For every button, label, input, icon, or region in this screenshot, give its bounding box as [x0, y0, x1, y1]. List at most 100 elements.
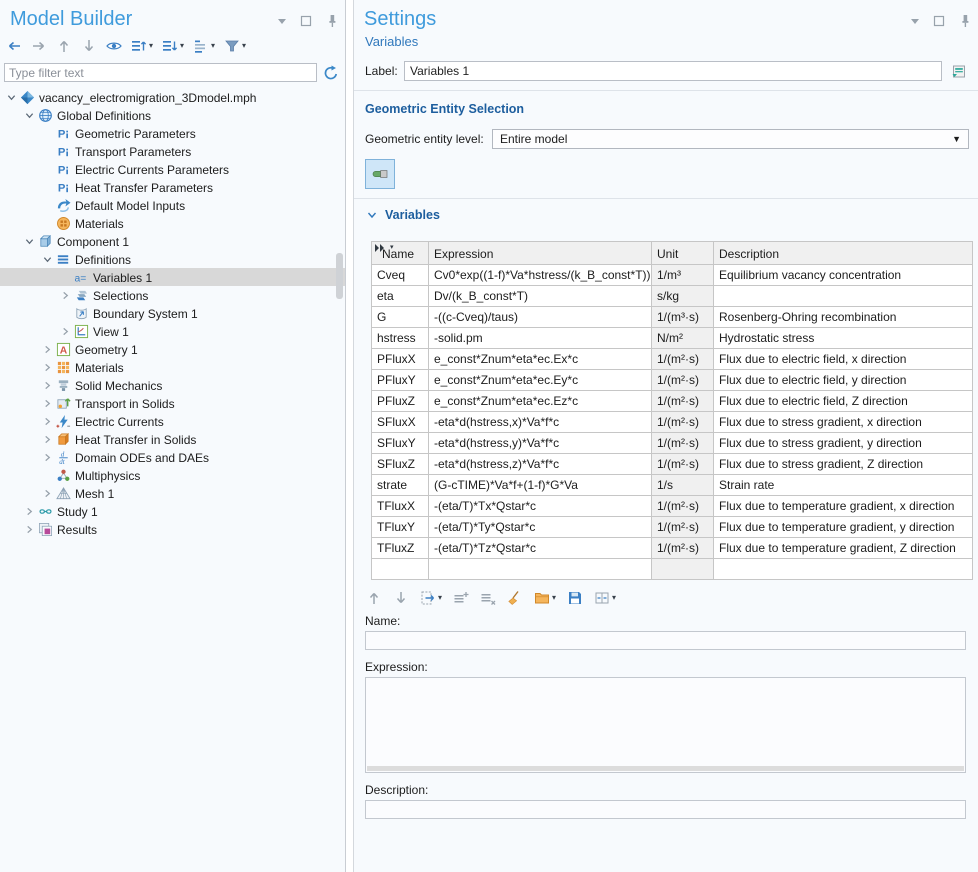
tree-item-vacancy-electromigration-3dmodel-mph[interactable]: vacancy_electromigration_3Dmodel.mph [0, 88, 345, 106]
cell-unit[interactable]: 1/(m²·s) [652, 454, 714, 475]
expand-node-icon[interactable] [23, 525, 36, 534]
expand-node-icon[interactable] [41, 435, 54, 444]
expand-node-icon[interactable] [23, 507, 36, 516]
cell-description[interactable]: Flux due to stress gradient, y direction [714, 433, 973, 454]
cell-description[interactable]: Flux due to temperature gradient, Z dire… [714, 538, 973, 559]
cell-expression[interactable]: e_const*Znum*eta*ec.Ex*c [429, 349, 652, 370]
cell-name[interactable]: TFluxX [372, 496, 429, 517]
expand-node-icon[interactable] [41, 345, 54, 354]
panel-divider[interactable] [346, 0, 353, 872]
add-row-button[interactable] [452, 589, 470, 607]
cell-description[interactable] [714, 286, 973, 307]
cell-expression[interactable]: e_const*Znum*eta*ec.Ey*c [429, 370, 652, 391]
cell-expression[interactable]: -eta*d(hstress,z)*Va*f*c [429, 454, 652, 475]
cell-description[interactable]: Flux due to electric field, x direction [714, 349, 973, 370]
tree-item-electric-currents-parameters[interactable]: PElectric Currents Parameters [0, 160, 345, 178]
collapse-all-button[interactable]: ▾ [161, 37, 185, 55]
move-up-button[interactable] [55, 37, 73, 55]
load-from-file-button[interactable]: ▾ [533, 589, 557, 607]
panel-menu-button[interactable] [274, 13, 290, 29]
cell-name[interactable]: TFluxY [372, 517, 429, 538]
expand-node-icon[interactable] [41, 489, 54, 498]
float-button[interactable] [298, 13, 314, 29]
float-button[interactable] [931, 13, 947, 29]
cell-name[interactable]: Cveq [372, 265, 429, 286]
cell-description[interactable] [714, 559, 973, 580]
cell-unit[interactable]: 1/(m²·s) [652, 349, 714, 370]
back-button[interactable] [5, 37, 23, 55]
tree-item-boundary-system-1[interactable]: Boundary System 1 [0, 304, 345, 322]
collapse-section-icon[interactable] [365, 210, 378, 220]
cell-name[interactable]: PFluxY [372, 370, 429, 391]
pin-button[interactable] [955, 13, 971, 29]
panel-menu-button[interactable] [907, 13, 923, 29]
cell-name[interactable]: PFluxZ [372, 391, 429, 412]
cell-unit[interactable]: 1/(m²·s) [652, 370, 714, 391]
cell-name[interactable]: eta [372, 286, 429, 307]
filter-button[interactable]: ▾ [223, 37, 247, 55]
save-to-file-button[interactable] [566, 589, 584, 607]
collapse-node-icon[interactable] [5, 93, 18, 102]
tree-item-electric-currents[interactable]: Electric Currents [0, 412, 345, 430]
tree-item-selections[interactable]: Selections [0, 286, 345, 304]
cell-description[interactable]: Flux due to temperature gradient, x dire… [714, 496, 973, 517]
clear-table-button[interactable] [506, 589, 524, 607]
tree-item-transport-in-solids[interactable]: Transport in Solids [0, 394, 345, 412]
refresh-button[interactable] [323, 65, 339, 81]
expand-node-icon[interactable] [41, 453, 54, 462]
tree-item-definitions[interactable]: Definitions [0, 250, 345, 268]
forward-button[interactable] [30, 37, 48, 55]
cell-name[interactable] [372, 559, 429, 580]
dropdown-caret-icon[interactable]: ▾ [180, 42, 184, 50]
expand-node-icon[interactable] [41, 381, 54, 390]
tree-item-transport-parameters[interactable]: PTransport Parameters [0, 142, 345, 160]
collapse-node-icon[interactable] [23, 111, 36, 120]
cell-expression[interactable]: -eta*d(hstress,y)*Va*f*c [429, 433, 652, 454]
collapse-node-icon[interactable] [41, 255, 54, 264]
cell-unit[interactable]: 1/(m²·s) [652, 391, 714, 412]
expression-textarea[interactable] [365, 677, 966, 773]
tree-item-heat-transfer-in-solids[interactable]: Heat Transfer in Solids [0, 430, 345, 448]
dropdown-caret-icon[interactable]: ▾ [438, 594, 442, 602]
tree-item-solid-mechanics[interactable]: Solid Mechanics [0, 376, 345, 394]
model-tree-node-text-button[interactable]: ▾ [192, 37, 216, 55]
description-input[interactable] [365, 800, 966, 819]
cell-unit[interactable]: s/kg [652, 286, 714, 307]
cell-unit[interactable]: 1/(m²·s) [652, 412, 714, 433]
rename-button[interactable] [949, 61, 969, 81]
cell-expression[interactable]: -(eta/T)*Tz*Qstar*c [429, 538, 652, 559]
cell-expression[interactable]: Dv/(k_B_const*T) [429, 286, 652, 307]
move-up-button[interactable] [365, 589, 383, 607]
tree-item-default-model-inputs[interactable]: Default Model Inputs [0, 196, 345, 214]
dropdown-caret-icon[interactable]: ▾ [149, 42, 153, 50]
collapse-node-icon[interactable] [23, 237, 36, 246]
cell-description[interactable]: Flux due to electric field, Z direction [714, 391, 973, 412]
cell-expression[interactable]: -((c-Cveq)/taus) [429, 307, 652, 328]
tree-item-global-definitions[interactable]: Global Definitions [0, 106, 345, 124]
expand-node-icon[interactable] [59, 327, 72, 336]
dropdown-caret-icon[interactable]: ▾ [242, 42, 246, 50]
filter-input[interactable] [4, 63, 317, 82]
cell-unit[interactable]: 1/(m²·s) [652, 496, 714, 517]
delete-row-button[interactable] [479, 589, 497, 607]
sort-caret-icon[interactable]: ▾ [390, 243, 394, 251]
tree-item-domain-odes-and-daes[interactable]: ddtDomain ODEs and DAEs [0, 448, 345, 466]
cell-expression[interactable]: e_const*Znum*eta*ec.Ez*c [429, 391, 652, 412]
tree-item-heat-transfer-parameters[interactable]: PHeat Transfer Parameters [0, 178, 345, 196]
expression-hscrollbar[interactable] [367, 766, 964, 771]
dropdown-caret-icon[interactable]: ▾ [612, 594, 616, 602]
cell-unit[interactable]: 1/s [652, 475, 714, 496]
tree-item-geometry-1[interactable]: AGeometry 1 [0, 340, 345, 358]
expand-node-icon[interactable] [59, 291, 72, 300]
tree-item-mesh-1[interactable]: Mesh 1 [0, 484, 345, 502]
tree-item-results[interactable]: Results [0, 520, 345, 538]
cell-expression[interactable]: Cv0*exp((1-f)*Va*hstress/(k_B_const*T)) [429, 265, 652, 286]
cell-unit[interactable]: 1/(m²·s) [652, 517, 714, 538]
cell-unit[interactable]: 1/(m²·s) [652, 433, 714, 454]
pin-button[interactable] [322, 13, 338, 29]
show-button[interactable] [105, 37, 123, 55]
cell-name[interactable]: G [372, 307, 429, 328]
geometric-entity-level-select[interactable]: Entire model ▼ [492, 129, 969, 149]
move-down-button[interactable] [80, 37, 98, 55]
cell-description[interactable]: Hydrostatic stress [714, 328, 973, 349]
